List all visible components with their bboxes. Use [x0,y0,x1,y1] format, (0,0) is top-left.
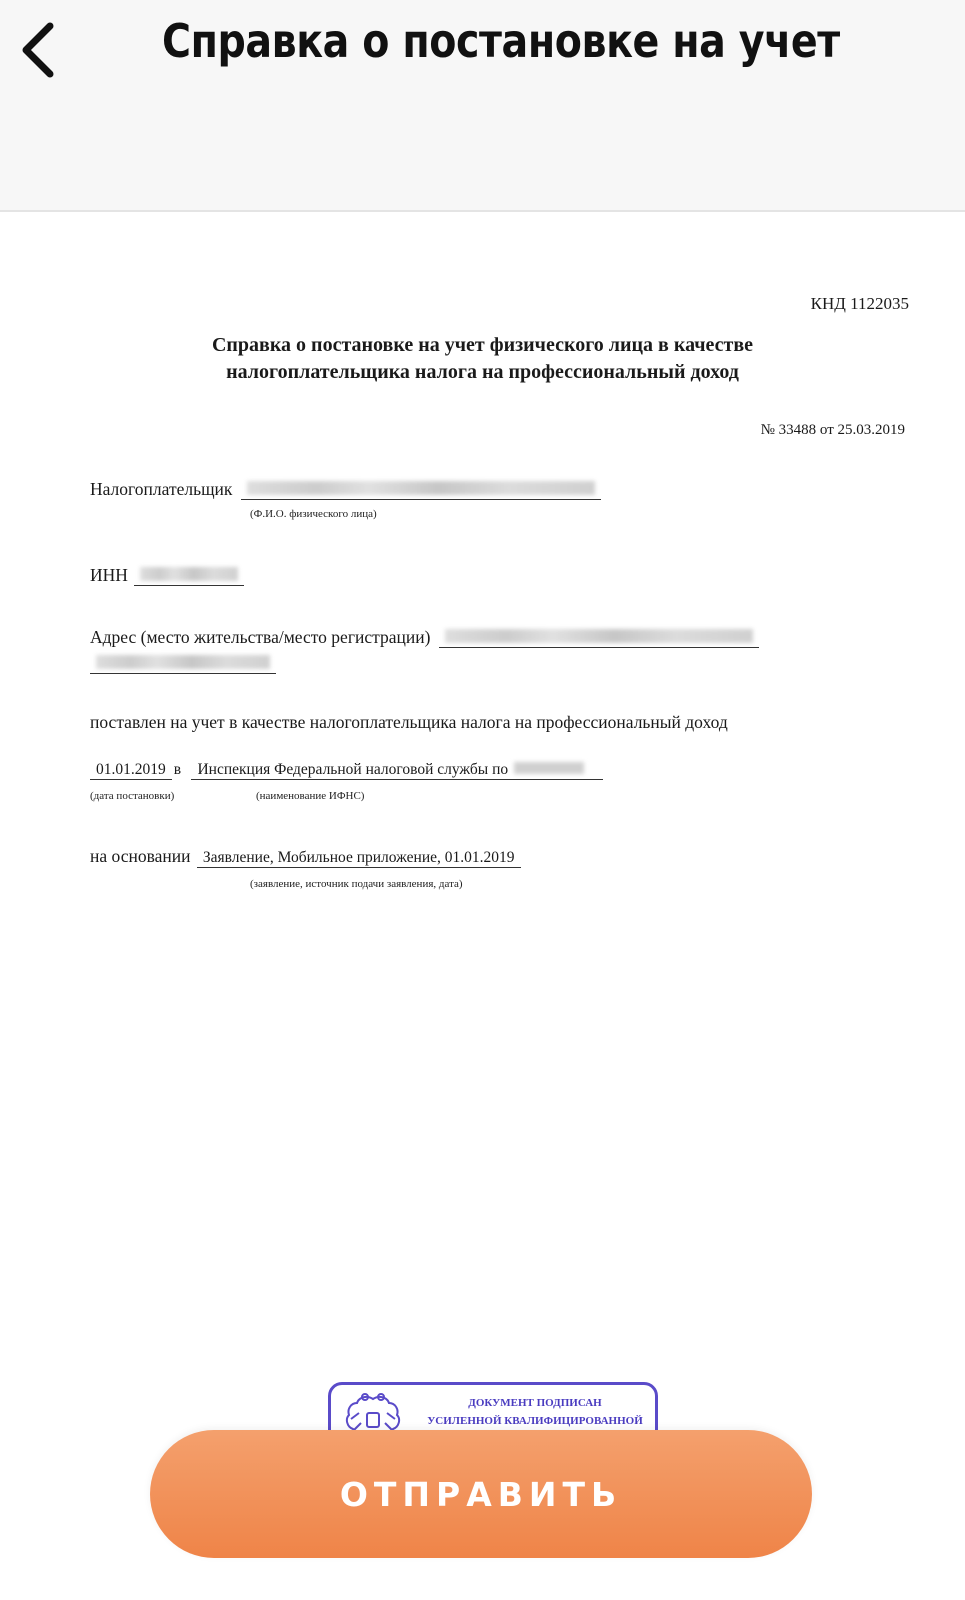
address-label: Адрес (место жительства/место регистраци… [90,627,431,647]
knd-code: КНД 1122035 [810,294,909,313]
redacted-text [96,655,270,669]
address-field-continued [90,650,276,674]
redacted-text [444,629,753,643]
document-title-line-2: налогоплательщика налога на профессионал… [226,361,739,383]
document-number: № 33488 от 25.03.2019 [760,422,905,438]
inspection-name: Инспекция Федеральной налоговой службы п… [197,761,509,778]
registration-date: 01.01.2019 [90,761,172,780]
registration-in: в [173,761,182,778]
registered-text: поставлен на учет в качестве налогоплате… [90,712,728,732]
page-title: Справка о постановке на учет [162,14,840,68]
address-field [438,624,759,648]
address-row: Адрес (место жительства/место регистраци… [90,624,759,648]
inn-row: ИНН [90,562,245,586]
taxpayer-row: Налогоплательщик [90,476,601,500]
document-preview[interactable]: КНД 1122035 Справка о постановке на учет… [0,214,965,1600]
document-title: Справка о постановке на учет физического… [150,332,815,386]
chevron-left-icon [22,22,54,78]
taxpayer-caption: (Ф.И.О. физического лица) [250,508,377,520]
date-caption: (дата постановки) [90,790,175,802]
stamp-line-2: УСИЛЕННОЙ КВАЛИФИЦИРОВАННОЙ [427,1415,643,1427]
send-button-label: ОТПРАВИТЬ [339,1474,623,1514]
taxpayer-name-field [240,476,601,500]
inn-field [134,562,245,586]
inspection-field: Инспекция Федеральной налоговой службы п… [191,761,604,780]
basis-value: Заявление, Мобильное приложение, 01.01.2… [196,849,521,868]
taxpayer-label: Налогоплательщик [90,479,233,499]
back-button[interactable] [8,14,68,86]
address-row-2 [90,650,276,674]
document-title-line-1: Справка о постановке на учет физического… [211,334,754,356]
inn-label: ИНН [90,565,128,585]
redacted-text [140,567,239,581]
stamp-line-1: ДОКУМЕНТ ПОДПИСАН [468,1397,602,1409]
top-bar: Справка о постановке на учет [0,0,965,212]
redacted-text [246,481,595,495]
redacted-text [514,762,585,774]
basis-label: на основании [90,846,191,866]
send-button[interactable]: ОТПРАВИТЬ [150,1430,812,1558]
basis-caption: (заявление, источник подачи заявления, д… [250,878,463,890]
registration-row: 01.01.2019 в Инспекция Федеральной налого… [90,758,604,780]
ifns-caption: (наименование ИФНС) [256,790,365,802]
basis-row: на основании Заявление, Мобильное прилож… [90,846,521,868]
